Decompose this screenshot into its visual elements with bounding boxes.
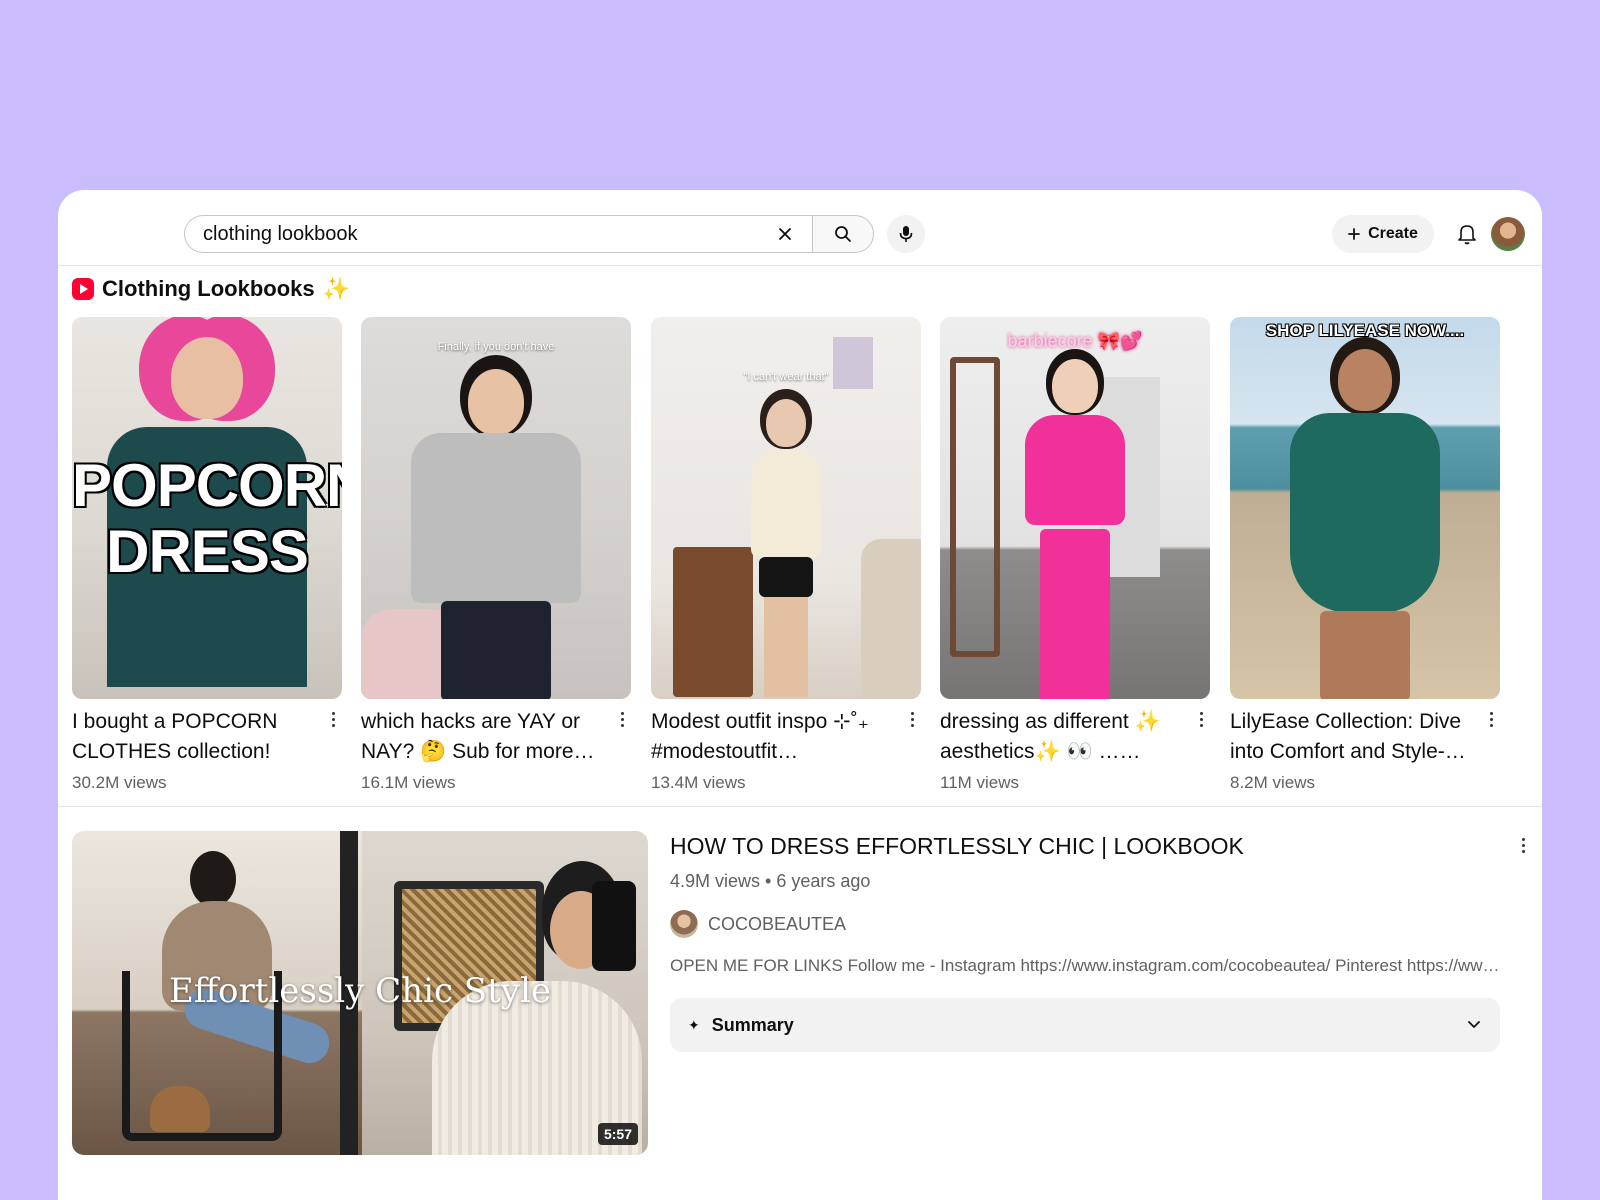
short-title[interactable]: I bought a POPCORN CLOTHES collection! [72, 707, 316, 767]
short-views: 8.2M views [1230, 773, 1316, 792]
voice-search-button[interactable] [887, 215, 925, 253]
channel-avatar[interactable] [670, 910, 698, 938]
more-options-button[interactable] [1516, 833, 1530, 857]
summary-toggle[interactable]: ✦ Summary [670, 998, 1500, 1052]
short-views: 30.2M views [72, 773, 167, 792]
section-divider [58, 806, 1542, 807]
short-views: 16.1M views [361, 773, 456, 792]
create-button-label: Create [1368, 225, 1418, 242]
channel-name[interactable]: COCOBEAUTEA [708, 914, 846, 935]
thumbnail-overlay-text: barbiecore 🎀💕 [1007, 331, 1143, 351]
thumbnail-overlay-text: Effortlessly Chic Style [169, 971, 551, 1011]
thumbnail-overlay-text: SHOP LILYEASE NOW.... [1265, 321, 1465, 340]
search-query-text[interactable]: clothing lookbook [203, 223, 768, 246]
shelf-title-text: Clothing Lookbooks [102, 276, 315, 301]
video-details: HOW TO DRESS EFFORTLESSLY CHIC | LOOKBOO… [670, 831, 1530, 1052]
search-button[interactable] [812, 215, 874, 253]
short-views: 13.4M views [651, 773, 746, 792]
account-avatar[interactable] [1491, 217, 1525, 251]
short-thumbnail[interactable]: SHOP LILYEASE NOW.... [1230, 317, 1500, 699]
bell-icon [1458, 225, 1476, 245]
thumbnail-image [1230, 317, 1500, 699]
thumbnail-image [940, 317, 1210, 699]
browser-window: clothing lookbook Create Clothing Lookbo… [58, 190, 1542, 1200]
more-options-button[interactable] [326, 707, 340, 731]
more-options-button[interactable] [1484, 707, 1498, 731]
short-title[interactable]: Modest outfit inspo ⊹˚₊ #modestoutfit… [651, 707, 895, 767]
short-title[interactable]: dressing as different ✨ aesthetics✨ 👀 …… [940, 707, 1184, 767]
thumbnail-overlay-text: Finally, if you don't have [437, 341, 555, 353]
thumbnail-image [361, 317, 631, 699]
short-card[interactable]: "I can't wear that" Modest outfit inspo … [651, 317, 921, 793]
chevron-down-icon [1466, 1017, 1482, 1033]
short-card[interactable]: POPCORN DRESS I bought a POPCORN CLOTHES… [72, 317, 342, 793]
sparkle-emoji: ✨ [322, 276, 351, 301]
top-bar: clothing lookbook Create [58, 190, 1542, 266]
more-options-button[interactable] [905, 707, 919, 731]
close-icon [779, 228, 791, 240]
short-card[interactable]: SHOP LILYEASE NOW.... LilyEase Collectio… [1230, 317, 1500, 793]
search-icon [835, 226, 851, 242]
shelf-title: Clothing Lookbooks ✨ [72, 276, 350, 302]
summary-label: Summary [711, 1014, 794, 1035]
video-description: OPEN ME FOR LINKS Follow me - Instagram … [670, 956, 1500, 975]
short-thumbnail[interactable]: Finally, if you don't have [361, 317, 631, 699]
sparkle-icon: ✦ [688, 1016, 700, 1033]
search-input[interactable]: clothing lookbook [184, 215, 812, 253]
short-thumbnail[interactable]: POPCORN DRESS [72, 317, 342, 699]
short-card[interactable]: Finally, if you don't have which hacks a… [361, 317, 631, 793]
more-options-button[interactable] [1194, 707, 1208, 731]
duration-badge: 5:57 [597, 1123, 638, 1145]
channel-row[interactable]: COCOBEAUTEA [670, 910, 1530, 938]
short-thumbnail[interactable]: "I can't wear that" [651, 317, 921, 699]
short-thumbnail[interactable]: barbiecore 🎀💕 [940, 317, 1210, 699]
plus-icon [1348, 228, 1360, 240]
video-title[interactable]: HOW TO DRESS EFFORTLESSLY CHIC | LOOKBOO… [670, 831, 1530, 861]
short-title[interactable]: LilyEase Collection: Dive into Comfort a… [1230, 707, 1474, 767]
notifications-button[interactable] [1448, 215, 1486, 253]
video-thumbnail[interactable]: Effortlessly Chic Style 5:57 [72, 831, 648, 1155]
shorts-logo-icon [72, 278, 94, 300]
clear-search-button[interactable] [768, 217, 802, 251]
mic-icon [899, 226, 913, 242]
thumbnail-overlay-text: "I can't wear that" [743, 371, 829, 383]
video-stats: 4.9M views • 6 years ago [670, 871, 871, 891]
short-title[interactable]: which hacks are YAY or NAY? 🤔 Sub for mo… [361, 707, 605, 767]
thumbnail-overlay-text: POPCORN DRESS [72, 452, 342, 585]
more-options-button[interactable] [615, 707, 629, 731]
short-views: 11M views [940, 773, 1020, 792]
short-card[interactable]: barbiecore 🎀💕 dressing as different ✨ ae… [940, 317, 1210, 793]
create-button[interactable]: Create [1332, 215, 1434, 253]
